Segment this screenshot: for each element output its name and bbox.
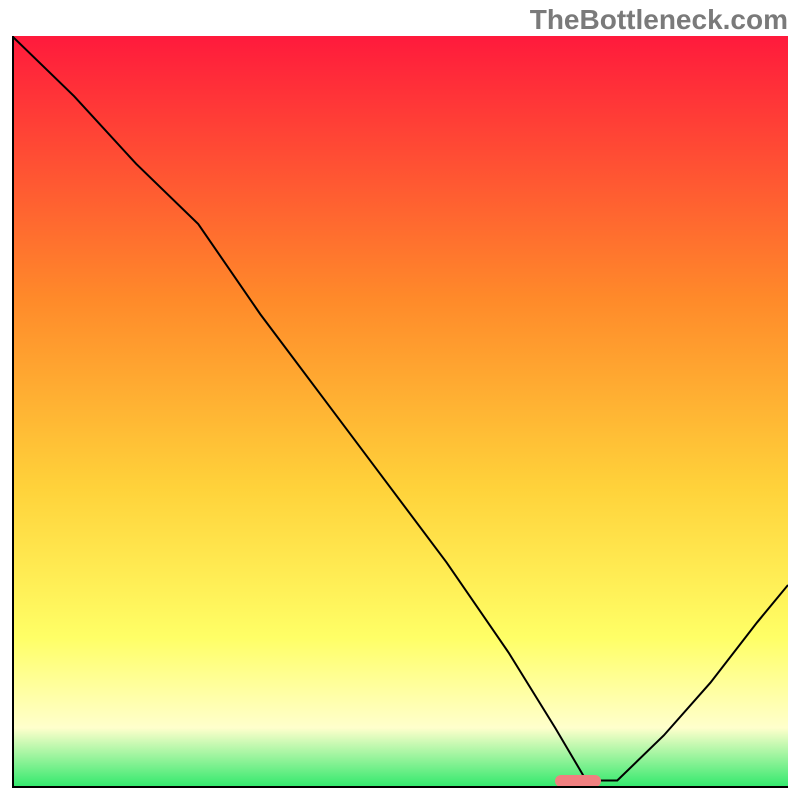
chart-stage: TheBottleneck.com [0, 0, 800, 800]
curve-svg [12, 36, 788, 788]
plot-area [12, 36, 788, 788]
watermark-text: TheBottleneck.com [530, 4, 788, 36]
y-axis-line [12, 36, 14, 788]
x-axis-line [12, 786, 788, 788]
bottleneck-curve [12, 36, 788, 780]
